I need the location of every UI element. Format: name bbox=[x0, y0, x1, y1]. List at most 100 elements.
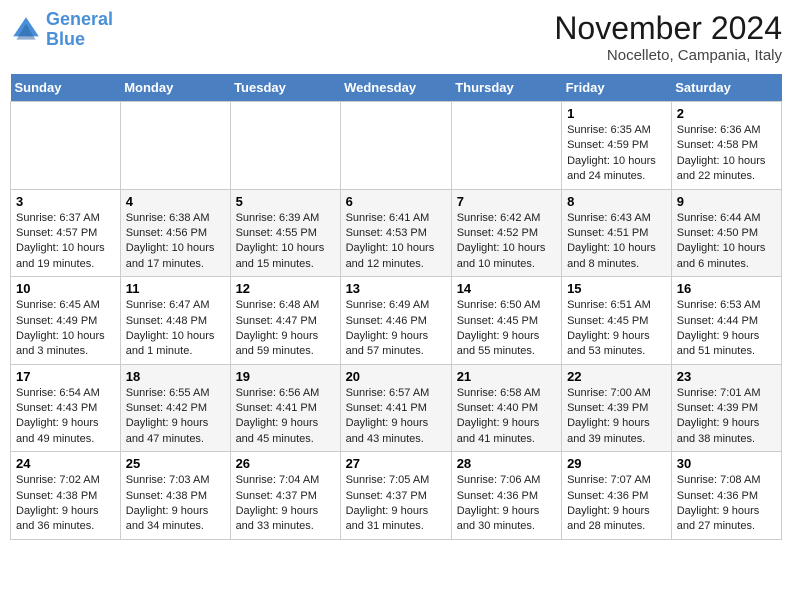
calendar-cell: 29 Sunrise: 7:07 AM Sunset: 4:36 PM Dayli… bbox=[562, 452, 672, 540]
day-number: 24 bbox=[16, 456, 115, 471]
day-number: 5 bbox=[236, 194, 335, 209]
day-number: 17 bbox=[16, 369, 115, 384]
day-info: Sunrise: 6:49 AM Sunset: 4:46 PM Dayligh… bbox=[346, 298, 446, 360]
calendar-cell: 6Sunrise: 6:41 AM Sunset: 4:53 PM Daylig… bbox=[340, 189, 451, 277]
calendar-cell: 13 Sunrise: 6:49 AM Sunset: 4:46 PM Dayli… bbox=[340, 277, 451, 365]
logo: General Blue bbox=[10, 10, 113, 50]
calendar-cell: 26 Sunrise: 7:04 AM Sunset: 4:37 PM Dayli… bbox=[230, 452, 340, 540]
day-info: Sunrise: 6:36 AM Sunset: 4:58 PM Dayligh… bbox=[677, 123, 776, 185]
weekday-header: Friday bbox=[562, 74, 672, 102]
day-number: 9 bbox=[677, 194, 776, 209]
day-number: 2 bbox=[677, 106, 776, 121]
day-info: Sunrise: 7:01 AM Sunset: 4:39 PM Dayligh… bbox=[677, 386, 776, 448]
day-number: 27 bbox=[346, 456, 446, 471]
calendar-cell: 12 Sunrise: 6:48 AM Sunset: 4:47 PM Dayli… bbox=[230, 277, 340, 365]
location: Nocelleto, Campania, Italy bbox=[554, 47, 782, 64]
calendar-cell: 25 Sunrise: 7:03 AM Sunset: 4:38 PM Dayli… bbox=[120, 452, 230, 540]
day-info: Sunrise: 6:51 AM Sunset: 4:45 PM Dayligh… bbox=[567, 298, 666, 360]
logo-icon bbox=[10, 14, 42, 46]
calendar-cell bbox=[120, 102, 230, 190]
day-number: 23 bbox=[677, 369, 776, 384]
calendar-cell: 18 Sunrise: 6:55 AM Sunset: 4:42 PM Dayli… bbox=[120, 364, 230, 452]
day-info: Sunrise: 6:56 AM Sunset: 4:41 PM Dayligh… bbox=[236, 386, 335, 448]
calendar-cell: 4 Sunrise: 6:38 AM Sunset: 4:56 PM Daylig… bbox=[120, 189, 230, 277]
title-block: November 2024 Nocelleto, Campania, Italy bbox=[554, 10, 782, 64]
calendar-week-row: 1 Sunrise: 6:35 AM Sunset: 4:59 PM Daylig… bbox=[11, 102, 782, 190]
day-number: 12 bbox=[236, 281, 335, 296]
day-info: Sunrise: 6:47 AM Sunset: 4:48 PM Dayligh… bbox=[126, 298, 225, 360]
calendar-week-row: 3 Sunrise: 6:37 AM Sunset: 4:57 PM Daylig… bbox=[11, 189, 782, 277]
calendar-cell bbox=[11, 102, 121, 190]
calendar-cell: 27 Sunrise: 7:05 AM Sunset: 4:37 PM Dayli… bbox=[340, 452, 451, 540]
day-number: 15 bbox=[567, 281, 666, 296]
logo-text: General Blue bbox=[46, 10, 113, 50]
day-info: Sunrise: 6:35 AM Sunset: 4:59 PM Dayligh… bbox=[567, 123, 666, 185]
day-info: Sunrise: 7:02 AM Sunset: 4:38 PM Dayligh… bbox=[16, 473, 115, 535]
calendar-cell: 14Sunrise: 6:50 AM Sunset: 4:45 PM Dayli… bbox=[451, 277, 561, 365]
day-info: Sunrise: 6:50 AM Sunset: 4:45 PM Dayligh… bbox=[457, 298, 556, 360]
day-info: Sunrise: 7:04 AM Sunset: 4:37 PM Dayligh… bbox=[236, 473, 335, 535]
calendar-cell: 20 Sunrise: 6:57 AM Sunset: 4:41 PM Dayli… bbox=[340, 364, 451, 452]
calendar-cell: 28 Sunrise: 7:06 AM Sunset: 4:36 PM Dayli… bbox=[451, 452, 561, 540]
weekday-header: Sunday bbox=[11, 74, 121, 102]
weekday-header: Thursday bbox=[451, 74, 561, 102]
day-info: Sunrise: 7:06 AM Sunset: 4:36 PM Dayligh… bbox=[457, 473, 556, 535]
calendar-cell bbox=[451, 102, 561, 190]
day-number: 29 bbox=[567, 456, 666, 471]
day-info: Sunrise: 6:54 AM Sunset: 4:43 PM Dayligh… bbox=[16, 386, 115, 448]
calendar-week-row: 10Sunrise: 6:45 AM Sunset: 4:49 PM Dayli… bbox=[11, 277, 782, 365]
day-info: Sunrise: 7:03 AM Sunset: 4:38 PM Dayligh… bbox=[126, 473, 225, 535]
day-info: Sunrise: 7:00 AM Sunset: 4:39 PM Dayligh… bbox=[567, 386, 666, 448]
calendar-week-row: 24 Sunrise: 7:02 AM Sunset: 4:38 PM Dayli… bbox=[11, 452, 782, 540]
day-info: Sunrise: 6:55 AM Sunset: 4:42 PM Dayligh… bbox=[126, 386, 225, 448]
calendar-cell bbox=[340, 102, 451, 190]
calendar-cell: 16 Sunrise: 6:53 AM Sunset: 4:44 PM Dayli… bbox=[671, 277, 781, 365]
month-title: November 2024 bbox=[554, 10, 782, 47]
calendar-cell: 2 Sunrise: 6:36 AM Sunset: 4:58 PM Daylig… bbox=[671, 102, 781, 190]
day-info: Sunrise: 6:57 AM Sunset: 4:41 PM Dayligh… bbox=[346, 386, 446, 448]
day-info: Sunrise: 6:37 AM Sunset: 4:57 PM Dayligh… bbox=[16, 211, 115, 273]
day-number: 3 bbox=[16, 194, 115, 209]
calendar-cell: 30Sunrise: 7:08 AM Sunset: 4:36 PM Dayli… bbox=[671, 452, 781, 540]
day-number: 22 bbox=[567, 369, 666, 384]
calendar-cell: 24 Sunrise: 7:02 AM Sunset: 4:38 PM Dayli… bbox=[11, 452, 121, 540]
calendar-cell: 3 Sunrise: 6:37 AM Sunset: 4:57 PM Daylig… bbox=[11, 189, 121, 277]
day-number: 19 bbox=[236, 369, 335, 384]
day-number: 28 bbox=[457, 456, 556, 471]
calendar-cell: 23 Sunrise: 7:01 AM Sunset: 4:39 PM Dayli… bbox=[671, 364, 781, 452]
day-number: 4 bbox=[126, 194, 225, 209]
calendar-cell: 7 Sunrise: 6:42 AM Sunset: 4:52 PM Daylig… bbox=[451, 189, 561, 277]
weekday-header: Tuesday bbox=[230, 74, 340, 102]
day-number: 25 bbox=[126, 456, 225, 471]
day-info: Sunrise: 7:05 AM Sunset: 4:37 PM Dayligh… bbox=[346, 473, 446, 535]
day-info: Sunrise: 6:38 AM Sunset: 4:56 PM Dayligh… bbox=[126, 211, 225, 273]
day-info: Sunrise: 6:42 AM Sunset: 4:52 PM Dayligh… bbox=[457, 211, 556, 273]
day-info: Sunrise: 6:43 AM Sunset: 4:51 PM Dayligh… bbox=[567, 211, 666, 273]
day-number: 13 bbox=[346, 281, 446, 296]
weekday-header: Saturday bbox=[671, 74, 781, 102]
weekday-header-row: SundayMondayTuesdayWednesdayThursdayFrid… bbox=[11, 74, 782, 102]
weekday-header: Wednesday bbox=[340, 74, 451, 102]
day-number: 8 bbox=[567, 194, 666, 209]
calendar-cell: 15 Sunrise: 6:51 AM Sunset: 4:45 PM Dayli… bbox=[562, 277, 672, 365]
day-info: Sunrise: 6:41 AM Sunset: 4:53 PM Dayligh… bbox=[346, 211, 446, 273]
day-number: 20 bbox=[346, 369, 446, 384]
calendar-cell: 22 Sunrise: 7:00 AM Sunset: 4:39 PM Dayli… bbox=[562, 364, 672, 452]
calendar-table: SundayMondayTuesdayWednesdayThursdayFrid… bbox=[10, 74, 782, 540]
day-number: 21 bbox=[457, 369, 556, 384]
day-info: Sunrise: 6:48 AM Sunset: 4:47 PM Dayligh… bbox=[236, 298, 335, 360]
day-number: 18 bbox=[126, 369, 225, 384]
calendar-cell: 11Sunrise: 6:47 AM Sunset: 4:48 PM Dayli… bbox=[120, 277, 230, 365]
day-info: Sunrise: 6:44 AM Sunset: 4:50 PM Dayligh… bbox=[677, 211, 776, 273]
calendar-cell: 17 Sunrise: 6:54 AM Sunset: 4:43 PM Dayli… bbox=[11, 364, 121, 452]
day-number: 7 bbox=[457, 194, 556, 209]
page-header: General Blue November 2024 Nocelleto, Ca… bbox=[10, 10, 782, 64]
day-number: 26 bbox=[236, 456, 335, 471]
day-info: Sunrise: 7:07 AM Sunset: 4:36 PM Dayligh… bbox=[567, 473, 666, 535]
day-info: Sunrise: 6:53 AM Sunset: 4:44 PM Dayligh… bbox=[677, 298, 776, 360]
day-info: Sunrise: 6:58 AM Sunset: 4:40 PM Dayligh… bbox=[457, 386, 556, 448]
day-number: 1 bbox=[567, 106, 666, 121]
day-number: 16 bbox=[677, 281, 776, 296]
calendar-cell: 21 Sunrise: 6:58 AM Sunset: 4:40 PM Dayli… bbox=[451, 364, 561, 452]
calendar-cell: 8 Sunrise: 6:43 AM Sunset: 4:51 PM Daylig… bbox=[562, 189, 672, 277]
